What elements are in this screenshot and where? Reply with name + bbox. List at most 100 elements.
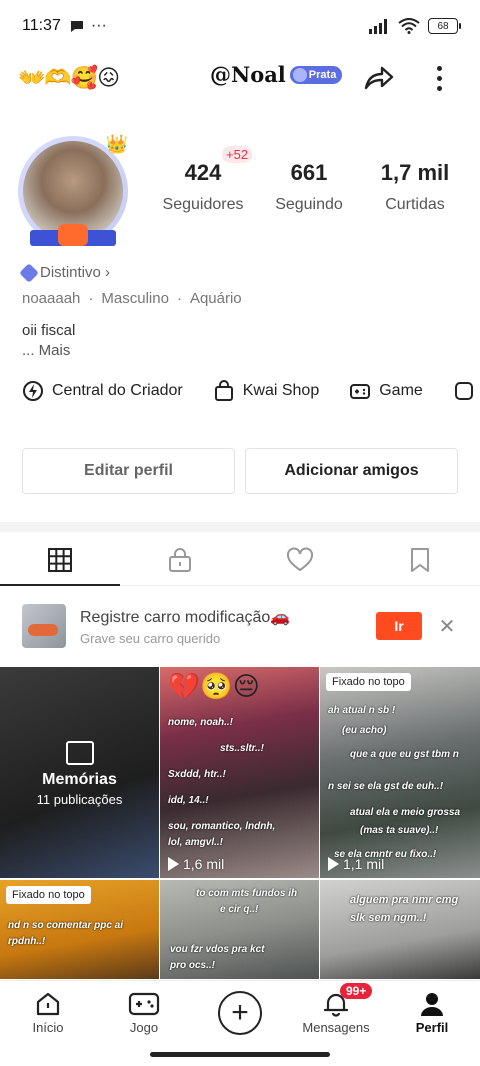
profile-header: 👐🫶🥰😖 @Noal Prata — [0, 52, 480, 104]
view-count: 1,1 mil — [328, 856, 384, 872]
overlay-emojis: 💔🥺😔 — [168, 671, 260, 701]
meta-separator: · — [88, 290, 94, 307]
overlay-text: Sxddd, htr..! — [168, 769, 226, 780]
status-bar: 11:37 ··· 68 — [0, 0, 480, 52]
video-thumbnail[interactable]: 💔🥺😔 nome, noah..! sts..sltr..! Sxddd, ht… — [160, 667, 319, 878]
heart-icon — [287, 547, 313, 571]
play-icon — [328, 857, 339, 871]
profile-meta: noaaaah · Masculino · Aquário — [22, 290, 242, 307]
nav-game[interactable]: Jogo — [96, 981, 192, 1044]
profile-stats: 424 +52 Seguidores 661 Seguindo 1,7 mil … — [150, 146, 470, 214]
memories-count: 11 publicações — [36, 792, 123, 807]
overlay-text: atual ela e meio grossa — [350, 807, 461, 818]
overlay-text: to com mts fundos ih — [196, 888, 298, 899]
avatar[interactable]: 👑 — [18, 132, 132, 248]
overlay-text: sts..sltr..! — [220, 743, 264, 754]
distintivo-icon — [19, 262, 39, 283]
overlay-text: nd n so comentar ppc ai — [8, 920, 124, 931]
header-emojis: 👐🫶🥰😖 — [18, 65, 120, 90]
battery-icon: 68 — [428, 18, 461, 34]
overlay-text: slk sem ngm..! — [350, 912, 427, 924]
add-friends-button[interactable]: Adicionar amigos — [245, 448, 458, 494]
stat-value: 424 — [184, 160, 222, 185]
overlay-text: sou, romantico, lndnh, — [168, 821, 276, 832]
tab-posts[interactable] — [0, 534, 120, 586]
bottom-navigation: Início Jogo + 99+ Mensagens Perfil — [0, 980, 480, 1044]
promo-subtitle: Grave seu carro querido — [80, 630, 221, 646]
nav-create[interactable]: + — [192, 981, 288, 1044]
nav-profile[interactable]: Perfil — [384, 981, 480, 1044]
promo-go-button[interactable]: Ir — [376, 612, 422, 640]
tab-saved[interactable] — [360, 534, 480, 585]
home-indicator — [150, 1052, 330, 1057]
partial-link-icon — [454, 382, 473, 400]
profile-gender: Masculino — [101, 290, 169, 307]
promo-banner[interactable]: Registre carro modificação🚗 Grave seu ca… — [22, 598, 458, 654]
stat-likes[interactable]: 1,7 mil Curtidas — [362, 160, 468, 214]
nav-home[interactable]: Início — [0, 981, 96, 1044]
overlay-text: que a que eu gst tbm n — [350, 749, 459, 760]
share-button[interactable] — [360, 60, 396, 96]
nav-messages[interactable]: 99+ Mensagens — [288, 981, 384, 1044]
shopping-bag-icon — [214, 380, 233, 401]
more-quick-link[interactable] — [453, 380, 475, 402]
more-options-button[interactable] — [424, 60, 454, 96]
overlay-text: (mas ta suave)..! — [360, 825, 439, 836]
more-dot — [436, 85, 442, 91]
status-time: 11:37 — [22, 17, 61, 34]
signal-icon — [369, 19, 387, 34]
header-username: @Noal — [210, 62, 286, 87]
badge-icon — [292, 67, 307, 82]
header-user: @Noal Prata — [210, 62, 343, 87]
quick-links: Central do Criador Kwai Shop Game — [22, 380, 480, 402]
overlay-text: (eu acho) — [342, 725, 387, 736]
more-dot — [436, 65, 442, 71]
creator-center-link[interactable]: Central do Criador — [22, 380, 183, 402]
stat-label: Seguindo — [275, 196, 343, 213]
video-thumbnail[interactable]: Fixado no topo nd n so comentar ppc ai r… — [0, 880, 159, 979]
bio-more-link[interactable]: ... Mais — [22, 342, 70, 359]
overlay-text: e cir q..! — [220, 904, 259, 915]
promo-thumbnail — [22, 604, 66, 648]
overlay-text: idd, 14..! — [168, 795, 209, 806]
overlay-text: pro ocs..! — [170, 960, 216, 971]
stat-value: 1,7 mil — [380, 160, 450, 185]
more-dot — [436, 75, 442, 81]
home-icon — [36, 992, 60, 1015]
edit-profile-button[interactable]: Editar perfil — [22, 448, 235, 494]
grid-icon — [48, 547, 72, 572]
overlay-text: vou fzr vdos pra kct — [170, 944, 265, 955]
video-thumbnail[interactable]: Fixado no topo ah atual n sb ! (eu acho)… — [320, 667, 480, 878]
overlay-text: n sei se ela gst de euh..! — [328, 781, 444, 792]
stat-label: Seguidores — [162, 196, 244, 213]
video-thumbnail[interactable]: to com mts fundos ih e cir q..! vou fzr … — [160, 880, 319, 979]
overlay-text: rpdnh..! — [8, 936, 46, 947]
distintivo-link[interactable]: Distintivo › — [19, 262, 110, 283]
close-icon[interactable]: ✕ — [436, 615, 458, 638]
overlay-text: lol, amgvl..! — [168, 837, 224, 848]
content-tabs — [0, 534, 480, 586]
tab-liked[interactable] — [240, 534, 360, 585]
create-plus-icon: + — [218, 990, 262, 1035]
view-count: 1,6 mil — [168, 856, 224, 872]
stat-followers[interactable]: 424 +52 Seguidores — [150, 146, 256, 214]
profile-action-buttons: Editar perfil Adicionar amigos — [22, 448, 458, 494]
overlay-text: alguem pra nmr cmg — [350, 894, 459, 906]
promo-title: Registre carro modificação🚗 — [80, 608, 291, 626]
crown-icon: 👑 — [105, 134, 128, 154]
level-badge[interactable]: Prata — [289, 65, 343, 84]
game-link[interactable]: Game — [349, 380, 423, 402]
share-arrow-icon — [364, 66, 394, 90]
stat-label: Curtidas — [385, 196, 445, 213]
section-divider — [0, 522, 480, 532]
kwai-shop-link[interactable]: Kwai Shop — [213, 380, 319, 402]
creator-center-icon — [23, 381, 43, 401]
tab-private[interactable] — [120, 534, 240, 585]
bookmark-icon — [411, 547, 429, 572]
memories-album[interactable]: Memórias 11 publicações — [0, 667, 159, 878]
video-thumbnail[interactable]: alguem pra nmr cmg slk sem ngm..! — [320, 880, 480, 979]
stat-following[interactable]: 661 Seguindo — [256, 160, 362, 214]
profile-sign: Aquário — [189, 290, 242, 307]
profile-handle: noaaaah — [22, 290, 81, 307]
clapperboard-icon — [65, 741, 94, 765]
